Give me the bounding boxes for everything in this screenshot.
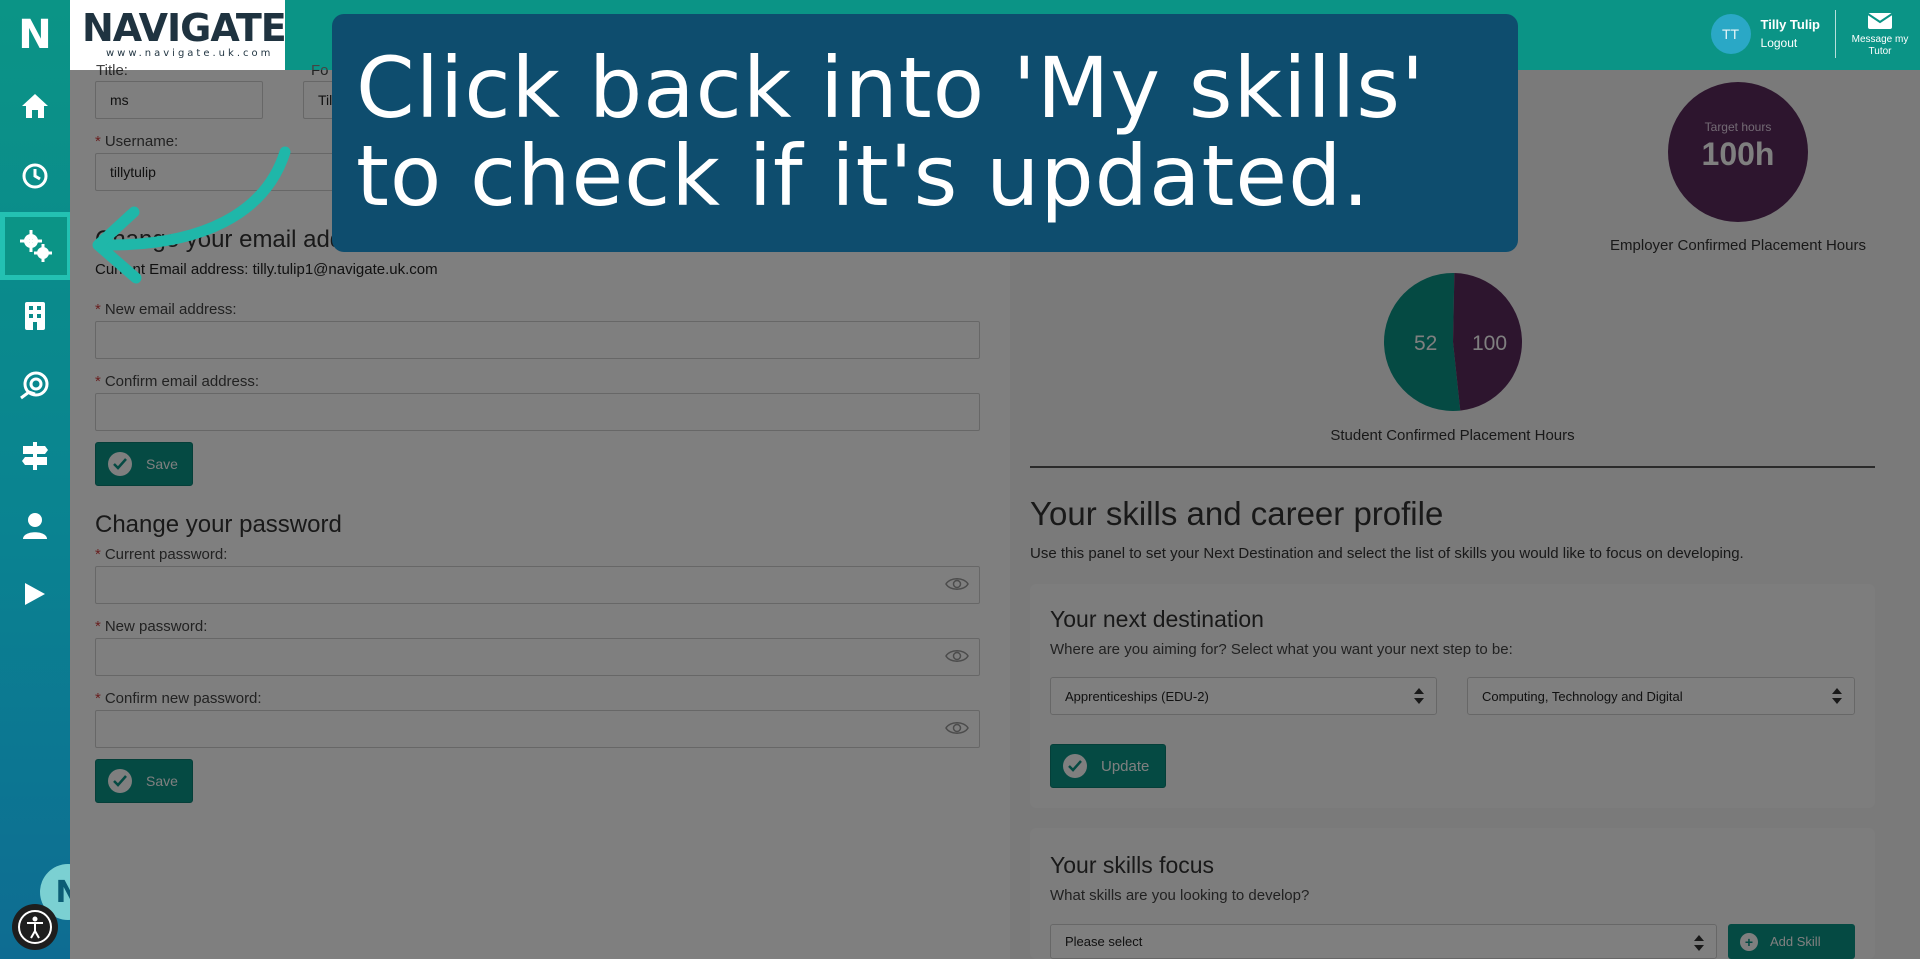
accessibility-icon <box>18 910 52 944</box>
avatar[interactable]: TT <box>1710 14 1751 54</box>
logo-text: NAVIGATE <box>82 6 287 50</box>
tutorial-arrow-icon <box>92 146 291 284</box>
target-hand-icon <box>20 371 49 400</box>
sidebar-item-settings[interactable] <box>0 212 72 280</box>
message-tutor-button[interactable]: Message my Tutor <box>1840 8 1920 66</box>
sidebar-item-goals[interactable] <box>0 358 70 414</box>
person-icon <box>23 513 47 539</box>
navigate-logo[interactable]: NAVIGATE www.navigate.uk.com <box>70 0 287 70</box>
sidebar-item-employers[interactable] <box>0 288 70 344</box>
logo-url: www.navigate.uk.com <box>106 48 274 59</box>
user-menu[interactable]: TT Tilly Tulip Logout <box>1710 14 1820 54</box>
user-meta: Tilly Tulip Logout <box>1761 16 1820 52</box>
sidebar-item-history[interactable] <box>0 148 70 204</box>
home-icon <box>22 94 48 118</box>
clock-icon <box>22 163 48 189</box>
top-divider <box>1835 10 1836 58</box>
play-icon <box>25 583 45 605</box>
sidebar-item-home[interactable] <box>0 78 70 134</box>
user-name: Tilly Tulip <box>1760 17 1820 32</box>
tutorial-callout: Click back into 'My skills' to check if … <box>332 14 1518 252</box>
sidebar-item-pathways[interactable] <box>0 428 70 484</box>
logout-link[interactable]: Logout <box>1761 34 1820 52</box>
sidebar-item-media[interactable] <box>0 566 70 622</box>
message-tutor-label: Message my Tutor <box>1851 34 1909 57</box>
sidebar: N N 26 <box>0 0 106 959</box>
tutorial-callout-text: Click back into 'My skills' to check if … <box>356 39 1426 225</box>
signpost-icon <box>22 442 48 470</box>
envelope-icon <box>1867 13 1893 29</box>
accessibility-button[interactable] <box>12 904 58 950</box>
sidebar-logo[interactable]: N <box>0 0 70 70</box>
sidebar-item-profile[interactable] <box>0 498 70 554</box>
gears-icon <box>20 230 52 262</box>
building-icon <box>25 302 45 330</box>
